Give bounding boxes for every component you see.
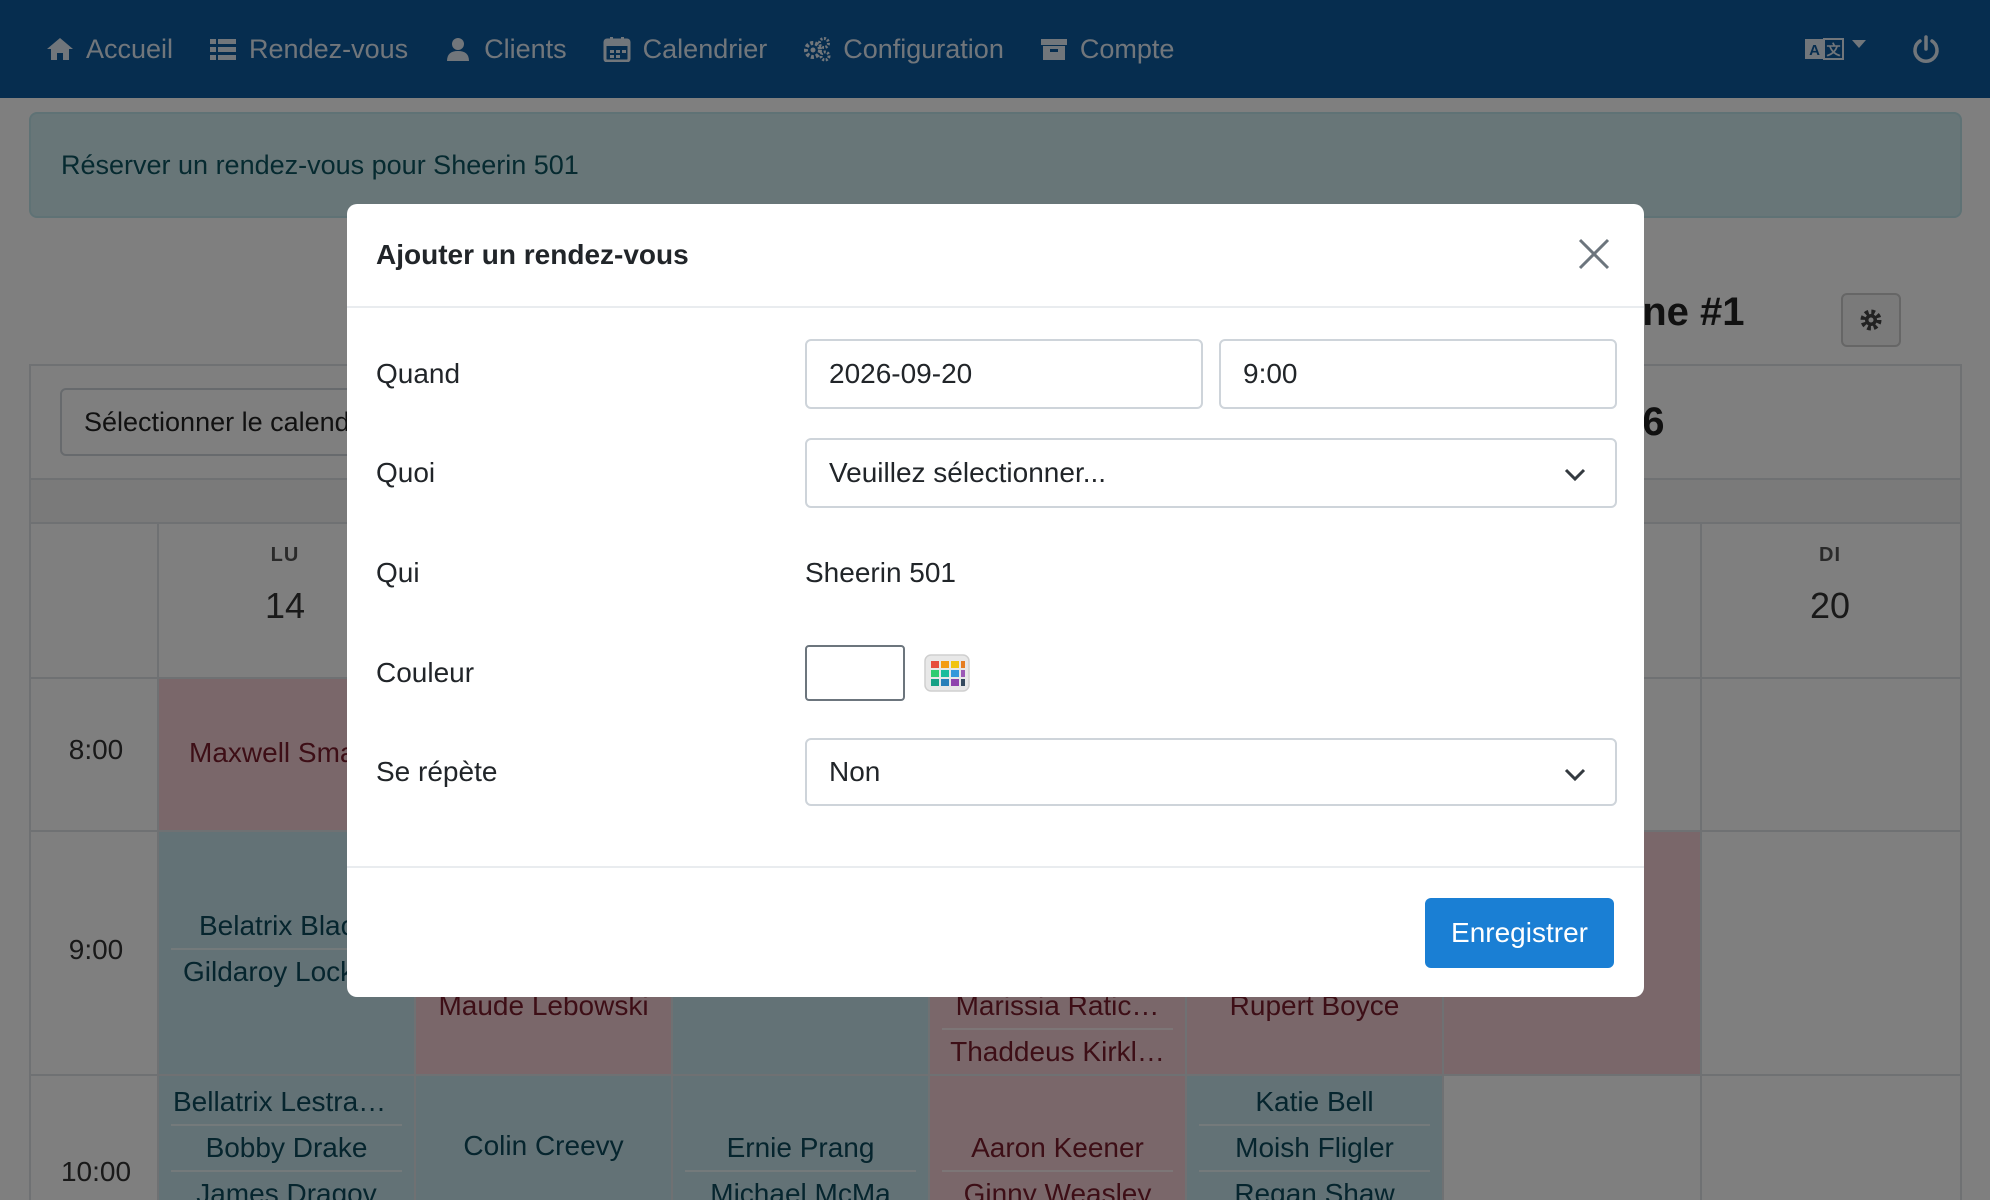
service-select[interactable]: Veuillez sélectionner...: [805, 438, 1617, 508]
date-input[interactable]: 2026-09-20: [805, 339, 1203, 409]
save-button[interactable]: Enregistrer: [1425, 898, 1614, 968]
repeat-label: Se répète: [376, 756, 498, 787]
color-palette-icon[interactable]: [923, 653, 971, 693]
who-value: Sheerin 501: [805, 557, 957, 588]
modal-header: Ajouter un rendez-vous: [347, 204, 1644, 308]
service-select-value: Veuillez sélectionner...: [829, 457, 1107, 488]
modal-footer: Enregistrer: [347, 866, 1644, 997]
color-row: Couleur: [376, 638, 971, 708]
repeat-select-value: Non: [829, 756, 881, 787]
what-label: Quoi: [376, 457, 436, 488]
what-row: Quoi Veuillez sélectionner...: [376, 438, 1617, 508]
modal-title: Ajouter un rendez-vous: [376, 239, 689, 270]
close-icon[interactable]: [1574, 234, 1614, 274]
when-row: Quand 2026-09-20 9:00: [376, 339, 1617, 409]
when-label: Quand: [376, 358, 461, 389]
chevron-down-icon: [1564, 468, 1586, 482]
repeat-row: Se répète Non: [376, 738, 1617, 806]
add-appointment-modal: Ajouter un rendez-vous Quand 2026-09-20 …: [347, 204, 1644, 997]
time-input[interactable]: 9:00: [1219, 339, 1617, 409]
chevron-down-icon: [1564, 768, 1586, 782]
who-row: Qui Sheerin 501: [376, 538, 956, 608]
color-swatch[interactable]: [805, 645, 905, 701]
repeat-select[interactable]: Non: [805, 738, 1617, 806]
color-label: Couleur: [376, 657, 475, 688]
who-label: Qui: [376, 557, 420, 588]
